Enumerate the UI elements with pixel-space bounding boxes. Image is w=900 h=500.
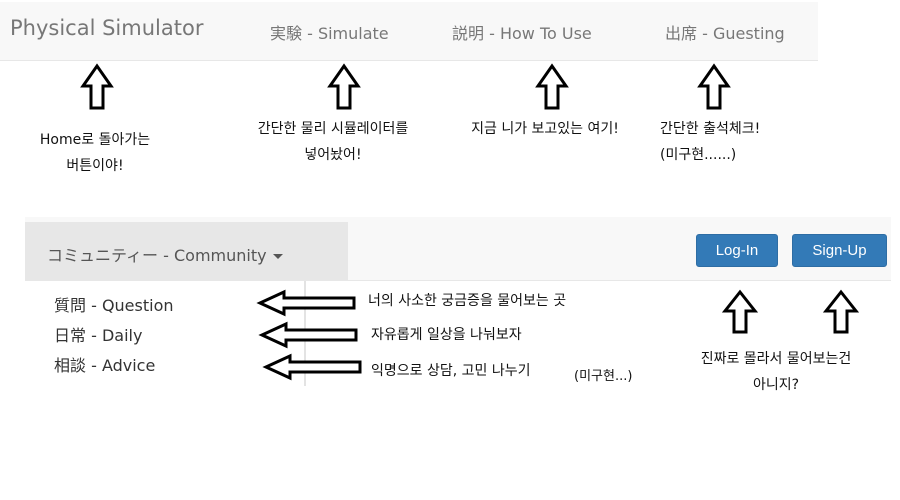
- up-arrow-icon: [721, 289, 759, 334]
- annotation-home: Home로 돌아가는 버튼이야!: [39, 132, 151, 174]
- nav-link-how-to-use[interactable]: 説明 - How To Use: [452, 20, 592, 44]
- up-arrow-icon: [822, 289, 860, 334]
- annotation-advice-note: (미구현...): [574, 369, 633, 384]
- left-arrow-icon: [258, 321, 358, 349]
- up-arrow-icon: [327, 63, 361, 110]
- annotation-advice: 익명으로 상담, 고민 나누기: [371, 363, 531, 379]
- signup-button[interactable]: Sign-Up: [792, 234, 887, 267]
- left-arrow-icon: [262, 353, 362, 381]
- annotation-question: 너의 사소한 궁금증을 물어보는 곳: [368, 293, 567, 309]
- community-dropdown-toggle[interactable]: コミュニティー - Community: [47, 242, 283, 266]
- annotation-daily: 자유롭게 일상을 나눠보자: [371, 327, 522, 343]
- menu-item-question[interactable]: 質問 - Question: [54, 292, 174, 316]
- nav-link-guesting[interactable]: 出席 - Guesting: [665, 20, 785, 44]
- annotation-how-to-use: 지금 니가 보고있는 여기!: [471, 121, 619, 137]
- menu-item-daily[interactable]: 日常 - Daily: [54, 322, 142, 346]
- login-button[interactable]: Log-In: [696, 234, 778, 267]
- up-arrow-icon: [697, 63, 731, 110]
- brand-home-link[interactable]: Physical Simulator: [10, 16, 203, 40]
- up-arrow-icon: [80, 63, 114, 110]
- annotation-guesting: 간단한 출석체크! (미구현......): [660, 121, 761, 163]
- annotation-auth: 진짜로 몰라서 물어보는건 아니지?: [700, 351, 852, 393]
- community-dropdown-label: コミュニティー - Community: [47, 246, 267, 265]
- annotation-simulate: 간단한 물리 시뮬레이터를 넣어놨어!: [257, 121, 409, 163]
- left-arrow-icon: [256, 289, 356, 317]
- caret-down-icon: [272, 254, 283, 259]
- up-arrow-icon: [535, 63, 569, 110]
- menu-item-advice[interactable]: 相談 - Advice: [54, 352, 155, 376]
- nav-link-simulate[interactable]: 実験 - Simulate: [270, 20, 389, 44]
